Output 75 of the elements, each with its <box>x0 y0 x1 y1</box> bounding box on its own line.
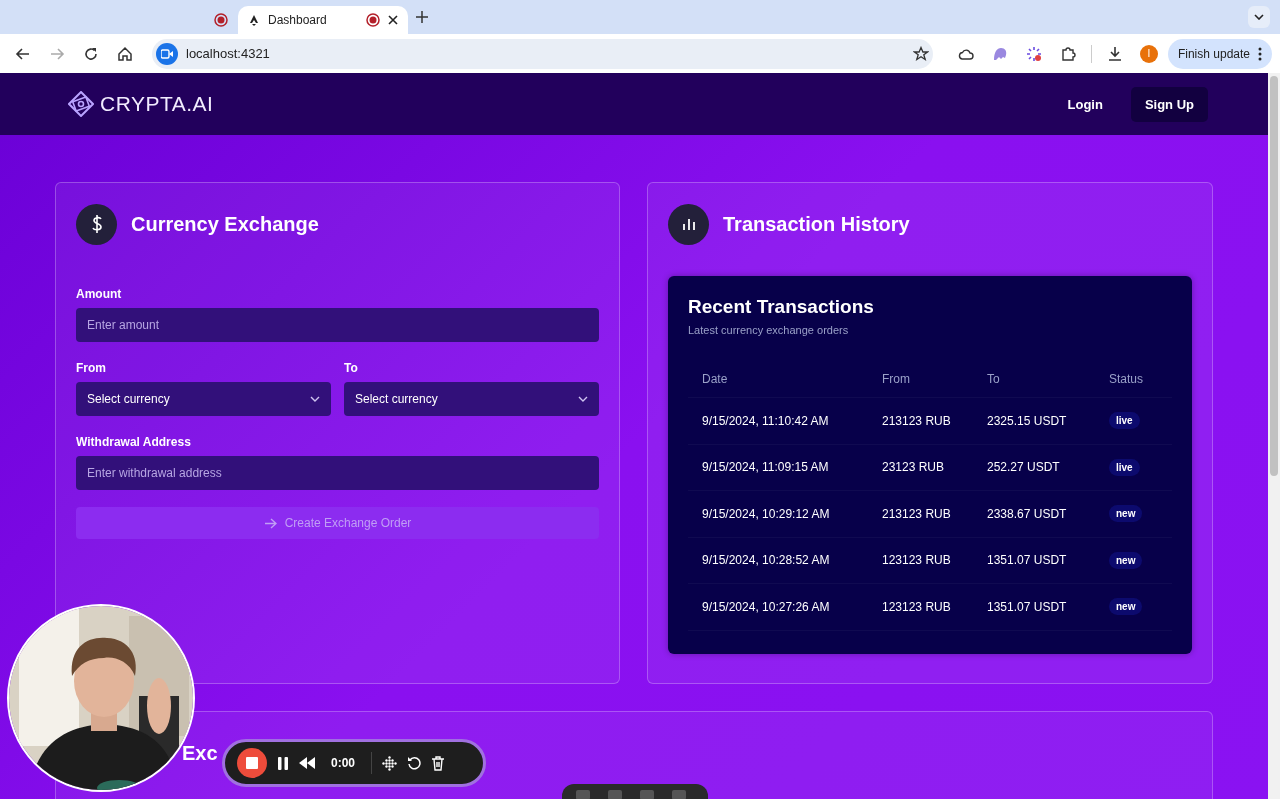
update-button[interactable]: Finish update <box>1167 38 1272 69</box>
table-cell-text: 9/15/2024, 10:29:12 AM <box>702 506 831 521</box>
logo-icon <box>68 91 94 117</box>
table-cell-text: 1351.07 USDT <box>987 553 1068 568</box>
status-badge: new <box>1109 598 1143 616</box>
status-badge: new <box>1109 551 1143 569</box>
recording-timer: 0:00 <box>331 756 356 770</box>
table-cell-text: 123123 RUB <box>882 553 952 568</box>
pause-icon[interactable] <box>277 756 289 770</box>
column-header: From <box>882 371 911 386</box>
record-icon <box>366 13 380 27</box>
reload-icon[interactable] <box>83 45 99 62</box>
app-icon <box>248 14 260 26</box>
currency-select[interactable]: Select currency <box>76 382 331 416</box>
table-cell-text: 9/15/2024, 11:09:15 AM <box>702 460 830 475</box>
field-label: From <box>76 361 107 375</box>
column-header: Date <box>702 371 729 386</box>
table-cell-text: 9/15/2024, 10:27:26 AM <box>702 599 831 614</box>
sunburst-icon[interactable] <box>1025 45 1042 62</box>
close-icon[interactable] <box>388 15 398 25</box>
dollar-icon <box>76 203 117 245</box>
panel-subtitle: Latest currency exchange orders <box>688 324 850 336</box>
video-camera-icon <box>161 48 173 59</box>
field-label: To <box>344 361 359 375</box>
stop-button[interactable] <box>237 748 267 778</box>
tab-list-button[interactable] <box>1248 6 1270 28</box>
card-title: Transaction History <box>723 212 910 236</box>
table-cell-text: 9/15/2024, 11:10:42 AM <box>702 413 830 428</box>
table-cell-text: 23123 RUB <box>882 460 946 475</box>
login-link[interactable]: Login <box>1051 86 1119 122</box>
ghost-icon[interactable] <box>991 45 1008 62</box>
status-badge: live <box>1109 458 1140 476</box>
table-cell-text: 252.27 USDT <box>987 460 1061 475</box>
field-label: Withdrawal Address <box>76 435 192 449</box>
chevron-icon <box>578 396 588 402</box>
stop-icon <box>246 757 258 769</box>
column-header: Status <box>1109 371 1145 386</box>
chevron-icon <box>1254 14 1264 20</box>
record-icon <box>214 13 228 27</box>
column-header: To <box>987 371 1001 386</box>
puzzle-icon[interactable] <box>1059 45 1076 62</box>
arrow-right-icon <box>263 517 277 529</box>
dot-grid-icon[interactable] <box>382 755 398 771</box>
table-cell-text: 9/15/2024, 10:28:52 AM <box>702 553 831 568</box>
plus-icon[interactable] <box>416 11 428 23</box>
chevron-icon <box>310 396 320 402</box>
rewind-icon[interactable] <box>299 757 315 769</box>
bar-chart-icon <box>668 203 709 245</box>
panel-title: Recent Transactions <box>688 296 875 318</box>
scrollbar[interactable] <box>1268 73 1280 799</box>
more-icon <box>1258 46 1262 61</box>
address-bar[interactable]: localhost:4321 <box>152 38 933 69</box>
sign-up-button[interactable]: Sign Up <box>1130 86 1208 122</box>
table-cell-text: 213123 RUB <box>882 413 952 428</box>
table-cell-text: 2338.67 USDT <box>987 506 1068 521</box>
table-cell-text: 2325.15 USDT <box>987 413 1068 428</box>
status-badge: new <box>1109 505 1143 523</box>
back-icon[interactable] <box>15 45 31 62</box>
table-cell-text: 123123 RUB <box>882 599 952 614</box>
table-cell-text: 213123 RUB <box>882 506 952 521</box>
home-icon[interactable] <box>117 45 133 62</box>
field-label: Amount <box>76 287 123 301</box>
currency-select[interactable]: Select currency <box>344 382 599 416</box>
star-icon[interactable] <box>912 45 929 62</box>
card-title: Exc <box>182 742 218 765</box>
status-badge: live <box>1109 412 1140 430</box>
browser-tab[interactable]: Dashboard <box>238 6 408 34</box>
download-icon[interactable] <box>1106 45 1123 62</box>
restart-icon[interactable] <box>407 756 422 770</box>
logo-text: CRYPTA.AI <box>100 92 214 116</box>
address-field[interactable]: Enter withdrawal address <box>76 456 599 490</box>
trash-icon[interactable] <box>431 755 446 771</box>
amount-field[interactable]: Enter amount <box>76 308 599 342</box>
card-title: Currency Exchange <box>131 212 319 236</box>
table-cell-text: 1351.07 USDT <box>987 599 1068 614</box>
